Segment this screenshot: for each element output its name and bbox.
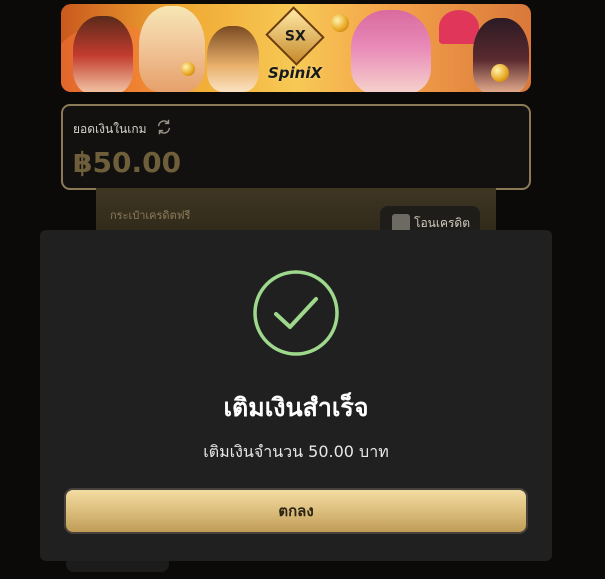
- free-credit-label: กระเป๋าเครดิตฟรี: [110, 209, 191, 222]
- logo-badge: SX: [265, 6, 325, 66]
- ok-button[interactable]: ตกลง: [64, 488, 528, 534]
- coin-icon: [181, 62, 195, 76]
- check-circle-icon: [253, 270, 339, 356]
- logo-mark: SX: [284, 27, 306, 44]
- coin-icon: [491, 64, 509, 82]
- coin-icon: [331, 14, 349, 32]
- success-modal: เติมเงินสำเร็จ เติมเงินจำนวน 50.00 บาท ต…: [40, 230, 552, 561]
- banner-character: [207, 26, 259, 92]
- balance-label: ยอดเงินในเกม: [73, 122, 147, 136]
- logo-text: SpiniX: [267, 64, 323, 82]
- balance-amount: ฿50.00: [73, 146, 182, 179]
- modal-title: เติมเงินสำเร็จ: [223, 393, 369, 422]
- refresh-icon[interactable]: [155, 118, 173, 136]
- spinix-logo: SX SpiniX: [259, 6, 331, 86]
- banner-character: [351, 10, 431, 92]
- heart-icon: [439, 10, 479, 44]
- banner-character: [73, 16, 133, 92]
- balance-card: ยอดเงินในเกม ฿50.00: [61, 104, 531, 190]
- banner-character: [139, 6, 205, 92]
- modal-message: เติมเงินจำนวน 50.00 บาท: [203, 442, 389, 461]
- promo-banner[interactable]: SX SpiniX: [61, 4, 531, 92]
